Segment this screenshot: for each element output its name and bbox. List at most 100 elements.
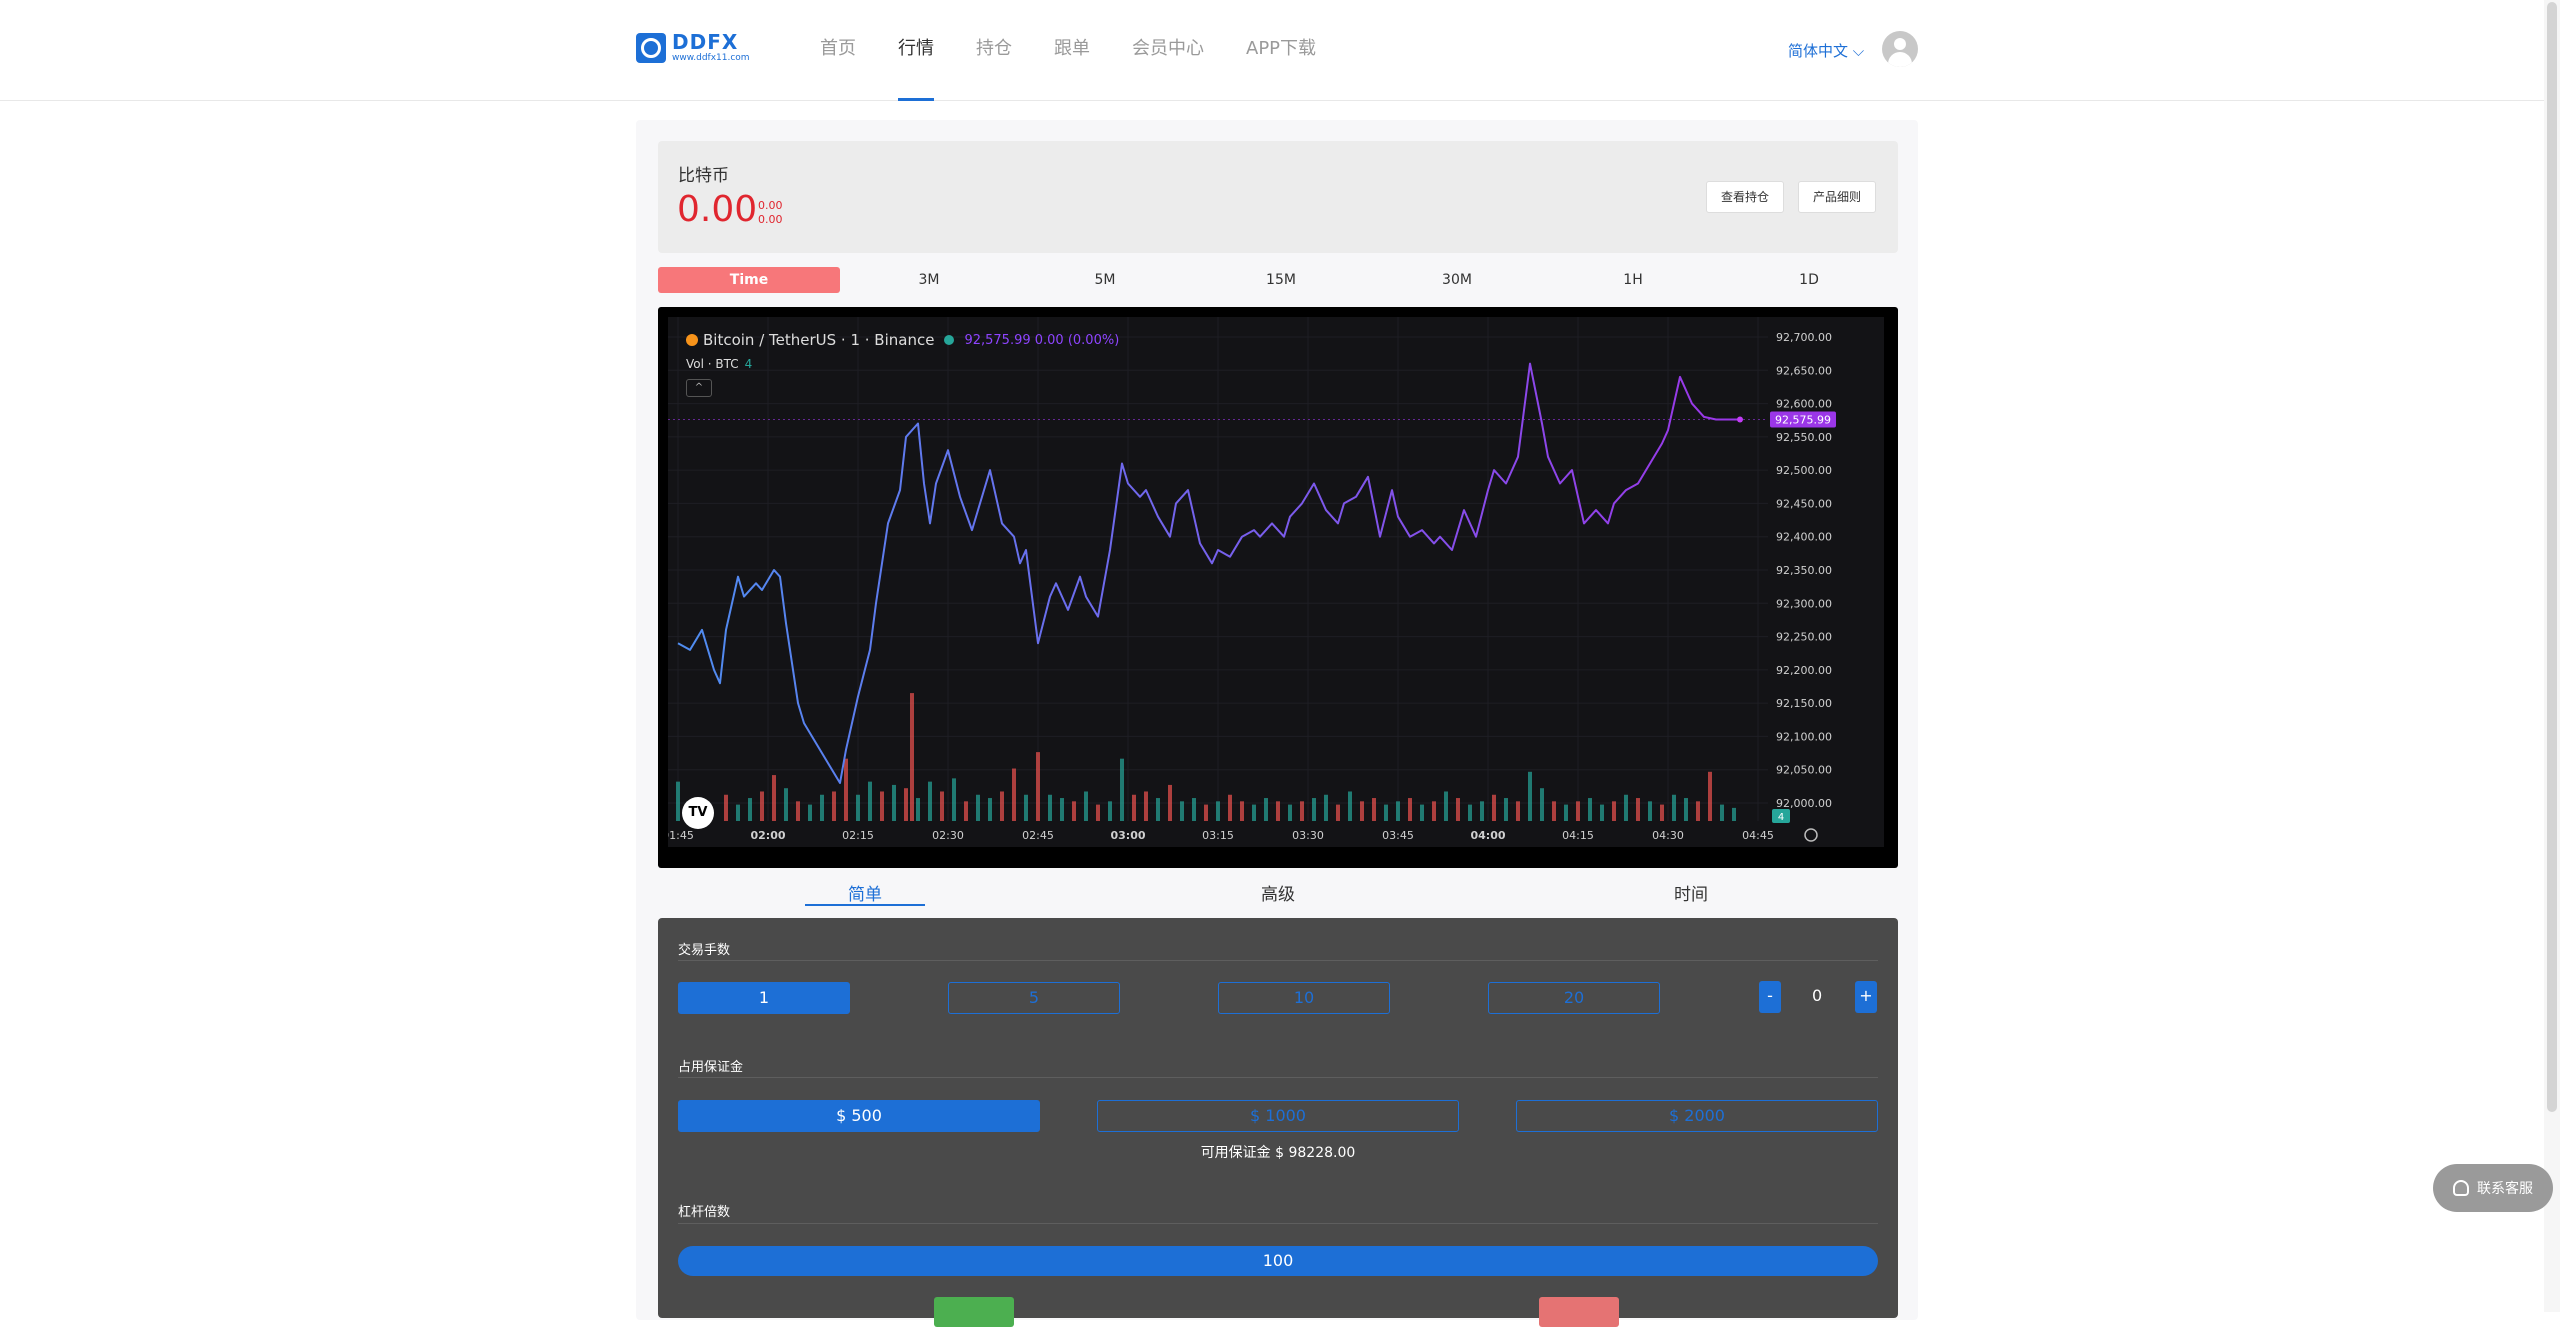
volume-bar	[1384, 804, 1388, 821]
lots-stepper-value[interactable]: 0	[1812, 986, 1822, 1005]
collapse-legend-button[interactable]: ^	[686, 379, 712, 397]
volume-bar	[1708, 771, 1712, 821]
volume-bar	[1516, 801, 1520, 821]
volume-bar	[736, 804, 740, 821]
volume-bar	[1204, 804, 1208, 821]
volume-bar	[1132, 794, 1136, 821]
sell-button[interactable]	[1539, 1297, 1619, 1327]
lots-decrement-button[interactable]: -	[1759, 981, 1781, 1013]
volume-bar	[832, 791, 836, 821]
ticker-card: 比特币 0.00 0.00 0.00 查看持仓 产品细则	[658, 141, 1898, 253]
volume-bar	[1000, 791, 1004, 821]
volume-bar	[1288, 804, 1292, 821]
tab-time[interactable]: 时间	[1631, 880, 1751, 906]
x-tick-label: 03:30	[1292, 829, 1324, 842]
chart-canvas[interactable]: 92,700.00 92,650.00 92,600.00 92,550.00 92,5…	[668, 317, 1884, 847]
buy-button[interactable]	[934, 1297, 1014, 1327]
volume-bar	[904, 788, 908, 821]
volume-bar	[1372, 798, 1376, 821]
volume-bar	[1276, 801, 1280, 821]
timeframe-15m[interactable]: 15M	[1190, 267, 1372, 293]
volume-bar	[1360, 801, 1364, 821]
volume-bar	[1060, 798, 1064, 821]
volume-bar	[772, 775, 776, 821]
lots-option-10[interactable]: 10	[1218, 982, 1390, 1014]
margin-title: 占用保证金	[678, 1060, 744, 1075]
nav-home[interactable]: 首页	[820, 0, 856, 101]
margin-option-1000[interactable]: $ 1000	[1097, 1100, 1459, 1132]
customer-service-button[interactable]: 联系客服	[2433, 1164, 2553, 1212]
tradingview-logo[interactable]: TV	[682, 797, 714, 829]
tab-advanced[interactable]: 高级	[1218, 880, 1338, 906]
leverage-slider[interactable]: 100	[678, 1246, 1878, 1276]
volume-bar	[760, 791, 764, 821]
volume-bar	[1720, 804, 1724, 821]
volume-bar	[928, 781, 932, 821]
timeframe-3m[interactable]: 3M	[838, 267, 1020, 293]
timeframe-5m[interactable]: 5M	[1014, 267, 1196, 293]
x-tick-label: 03:45	[1382, 829, 1414, 842]
nav-app-download[interactable]: APP下载	[1246, 0, 1316, 101]
volume-bar	[1732, 807, 1736, 821]
volume-bar	[856, 794, 860, 821]
y-tick-label: 92,400.00	[1776, 531, 1832, 544]
nav-member-center[interactable]: 会员中心	[1132, 0, 1204, 101]
nav-copy-trade[interactable]: 跟单	[1054, 0, 1090, 101]
volume-bar	[808, 804, 812, 821]
chart-symbol: Bitcoin / TetherUS · 1 · Binance	[703, 331, 935, 349]
y-tick-label: 92,200.00	[1776, 664, 1832, 677]
volume-bar	[1096, 804, 1100, 821]
volume-bar	[952, 778, 956, 821]
product-rules-button[interactable]: 产品细则	[1798, 181, 1877, 213]
user-avatar-icon[interactable]	[1882, 31, 1918, 67]
order-panel: 交易手数 1 5 10 20 - 0 + 占用保证金 $ 500 $ 1000 …	[658, 918, 1898, 1327]
lots-title: 交易手数	[678, 943, 731, 958]
language-select[interactable]: 简体中文 ⌵	[1788, 40, 1864, 61]
lots-option-1[interactable]: 1	[678, 982, 850, 1014]
chart-svg[interactable]: 92,700.00 92,650.00 92,600.00 92,550.00 92,5…	[668, 317, 1884, 847]
volume-bar	[892, 784, 896, 821]
current-price: 0.00	[677, 189, 758, 230]
price-chart[interactable]: 92,700.00 92,650.00 92,600.00 92,550.00 92,5…	[658, 307, 1898, 868]
volume-bar	[940, 791, 944, 821]
volume-bar	[880, 791, 884, 821]
last-price-tag-label: 92,575.99	[1775, 414, 1831, 427]
volume-bar	[1024, 794, 1028, 821]
scrollbar-thumb[interactable]	[2547, 2, 2557, 1112]
volume-bar	[1552, 801, 1556, 821]
nav-market[interactable]: 行情	[898, 0, 934, 101]
volume-bar	[1168, 784, 1172, 821]
lots-option-20[interactable]: 20	[1488, 982, 1660, 1014]
timeframe-time[interactable]: Time	[658, 267, 840, 293]
x-tick-label: 02:00	[750, 829, 785, 842]
volume-bar	[1240, 801, 1244, 821]
volume-bar	[1156, 798, 1160, 821]
lots-increment-button[interactable]: +	[1855, 981, 1877, 1013]
nav-positions[interactable]: 持仓	[976, 0, 1012, 101]
volume-bar	[1408, 798, 1412, 821]
volume-bar	[1540, 788, 1544, 821]
volume-bar	[1660, 804, 1664, 821]
tab-simple[interactable]: 简单	[805, 880, 925, 906]
x-tick-label: 03:00	[1110, 829, 1145, 842]
timeframe-1h[interactable]: 1H	[1542, 267, 1724, 293]
view-positions-button[interactable]: 查看持仓	[1706, 181, 1785, 213]
margin-option-500[interactable]: $ 500	[678, 1100, 1040, 1132]
timeframe-1d[interactable]: 1D	[1718, 267, 1900, 293]
volume-bar	[868, 781, 872, 821]
volume-bar	[1624, 794, 1628, 821]
volume-bar	[796, 801, 800, 821]
volume-bar	[1648, 801, 1652, 821]
volume-bar	[1324, 794, 1328, 821]
volume-bar	[1180, 801, 1184, 821]
y-tick-label: 92,000.00	[1776, 797, 1832, 810]
brand-logo[interactable]: DDFX www.ddfx11.com	[636, 32, 750, 63]
volume-bar	[1048, 794, 1052, 821]
lots-option-5[interactable]: 5	[948, 982, 1120, 1014]
volume-bar	[1216, 801, 1220, 821]
page-scrollbar[interactable]	[2544, 0, 2560, 1312]
timeframe-30m[interactable]: 30M	[1366, 267, 1548, 293]
margin-option-2000[interactable]: $ 2000	[1516, 1100, 1878, 1132]
volume-bar	[1696, 801, 1700, 821]
last-price-dot	[1737, 416, 1743, 423]
